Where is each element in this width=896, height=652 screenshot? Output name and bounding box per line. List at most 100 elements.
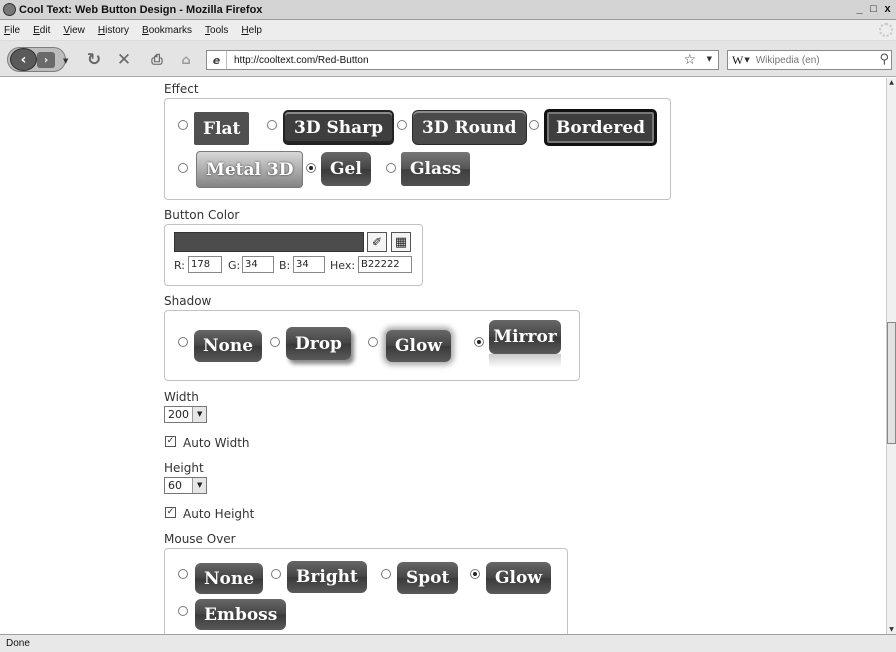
button-color-label: Button Color bbox=[164, 208, 240, 222]
effect-option-gel[interactable]: Gel bbox=[321, 152, 371, 186]
blue-input[interactable] bbox=[293, 256, 325, 273]
stop-icon[interactable]: ✕ bbox=[114, 50, 134, 70]
effect-radio-gel[interactable] bbox=[306, 163, 316, 173]
shadow-label: Shadow bbox=[164, 294, 212, 308]
color-grid-icon[interactable]: ▦ bbox=[391, 232, 411, 252]
menu-edit[interactable]: Edit bbox=[33, 25, 50, 36]
scroll-up-icon[interactable]: ▲ bbox=[887, 78, 896, 87]
green-input[interactable] bbox=[242, 256, 274, 273]
effect-option-metal-3d[interactable]: Metal 3D bbox=[196, 151, 304, 188]
menu-file[interactable]: File bbox=[4, 25, 20, 36]
site-identity-icon[interactable]: e bbox=[207, 51, 227, 69]
menu-bookmarks[interactable]: Bookmarks bbox=[142, 25, 192, 36]
height-label: Height bbox=[164, 461, 204, 475]
width-label: Width bbox=[164, 390, 199, 404]
status-bar: Done bbox=[0, 634, 896, 652]
mouseover-option-none[interactable]: None bbox=[195, 563, 264, 594]
scroll-down-icon[interactable]: ▼ bbox=[887, 625, 896, 634]
reload-icon[interactable]: ↻ bbox=[84, 50, 104, 70]
auto-width-label: Auto Width bbox=[183, 436, 250, 450]
navigation-toolbar: ‹ › ▼ ↻ ✕ ⎙ ⌂ e http://cooltext.com/Red-… bbox=[0, 41, 896, 77]
mirror-reflection bbox=[489, 354, 561, 368]
shadow-radio-mirror[interactable] bbox=[474, 337, 484, 347]
mouseover-radio-spot[interactable] bbox=[381, 569, 391, 579]
shadow-option-glow[interactable]: Glow bbox=[386, 330, 451, 362]
mouseover-radio-none[interactable] bbox=[178, 569, 188, 579]
bookmark-star-icon[interactable]: ☆ bbox=[683, 52, 696, 68]
effect-radio-flat[interactable] bbox=[178, 120, 188, 130]
menu-view[interactable]: View bbox=[63, 25, 85, 36]
red-input[interactable] bbox=[188, 256, 222, 273]
height-select[interactable]: 60 ▼ bbox=[164, 477, 207, 494]
search-bar[interactable]: W ▼ ⚲ bbox=[727, 50, 892, 70]
shadow-option-none[interactable]: None bbox=[194, 330, 263, 362]
effect-label: Effect bbox=[164, 82, 199, 96]
search-icon[interactable]: ⚲ bbox=[879, 52, 889, 67]
shadow-option-mirror-group[interactable]: Mirror bbox=[489, 320, 561, 370]
status-text: Done bbox=[6, 638, 30, 649]
effect-option-3d-round[interactable]: 3D Round bbox=[412, 110, 527, 145]
url-dropdown-icon[interactable]: ▼ bbox=[707, 55, 712, 63]
auto-height-checkbox[interactable]: ✓ bbox=[165, 507, 176, 518]
mouseover-radio-bright[interactable] bbox=[271, 569, 281, 579]
hex-label: Hex: bbox=[330, 259, 356, 272]
firefox-icon bbox=[3, 3, 16, 16]
close-button[interactable]: x bbox=[881, 2, 894, 16]
url-bar[interactable]: e http://cooltext.com/Red-Button ☆ ▼ bbox=[206, 50, 719, 70]
mouseover-radio-emboss[interactable] bbox=[178, 606, 188, 616]
history-dropdown-icon[interactable]: ▼ bbox=[63, 57, 68, 65]
green-label: G: bbox=[228, 259, 241, 272]
blue-label: B: bbox=[279, 259, 291, 272]
back-button[interactable]: ‹ bbox=[10, 48, 37, 71]
hex-input[interactable] bbox=[358, 256, 412, 273]
red-label: R: bbox=[174, 259, 186, 272]
print-icon[interactable]: ⎙ bbox=[147, 50, 167, 70]
chevron-down-icon[interactable]: ▼ bbox=[192, 407, 206, 422]
maximize-button[interactable]: □ bbox=[867, 2, 880, 16]
window-controls: _ □ x bbox=[853, 2, 894, 16]
throbber-icon bbox=[879, 23, 893, 37]
width-select[interactable]: 200 ▼ bbox=[164, 406, 207, 423]
mouseover-option-spot[interactable]: Spot bbox=[397, 562, 459, 594]
mouseover-radio-glow[interactable] bbox=[470, 569, 480, 579]
menu-help[interactable]: Help bbox=[241, 25, 262, 36]
effect-radio-3d-round[interactable] bbox=[397, 120, 407, 130]
effect-radio-3d-sharp[interactable] bbox=[267, 120, 277, 130]
mouseover-option-glow[interactable]: Glow bbox=[486, 562, 551, 594]
minimize-button[interactable]: _ bbox=[853, 2, 866, 16]
wikipedia-icon[interactable]: W bbox=[732, 53, 743, 68]
menu-bar: File Edit View History Bookmarks Tools H… bbox=[0, 20, 896, 41]
auto-height-label: Auto Height bbox=[183, 507, 255, 521]
window-title: Cool Text: Web Button Design - Mozilla F… bbox=[19, 3, 263, 16]
vertical-scrollbar[interactable]: ▲ ▼ bbox=[886, 78, 896, 634]
width-select-value: 200 bbox=[168, 408, 189, 421]
menu-history[interactable]: History bbox=[98, 25, 129, 36]
effect-radio-bordered[interactable] bbox=[529, 120, 539, 130]
eyedropper-icon[interactable]: ✐ bbox=[367, 232, 387, 252]
shadow-radio-none[interactable] bbox=[178, 337, 188, 347]
auto-width-checkbox[interactable]: ✓ bbox=[165, 436, 176, 447]
effect-option-3d-sharp[interactable]: 3D Sharp bbox=[283, 110, 394, 145]
url-text[interactable]: http://cooltext.com/Red-Button bbox=[234, 55, 369, 66]
effect-option-flat[interactable]: Flat bbox=[194, 112, 250, 145]
shadow-option-drop[interactable]: Drop bbox=[286, 327, 351, 360]
height-select-value: 60 bbox=[168, 479, 182, 492]
mouseover-option-emboss[interactable]: Emboss bbox=[195, 599, 287, 630]
mouseover-option-bright[interactable]: Bright bbox=[287, 561, 367, 593]
home-icon[interactable]: ⌂ bbox=[176, 50, 196, 70]
engine-dropdown-icon[interactable]: ▼ bbox=[744, 56, 749, 64]
scrollbar-thumb[interactable] bbox=[887, 322, 896, 444]
effect-option-bordered[interactable]: Bordered bbox=[544, 109, 658, 146]
shadow-radio-glow[interactable] bbox=[368, 337, 378, 347]
forward-button[interactable]: › bbox=[37, 52, 55, 68]
effect-radio-metal-3d[interactable] bbox=[178, 163, 188, 173]
mouse-over-label: Mouse Over bbox=[164, 532, 236, 546]
effect-option-glass[interactable]: Glass bbox=[401, 152, 471, 186]
search-input[interactable] bbox=[755, 54, 866, 66]
chevron-down-icon[interactable]: ▼ bbox=[192, 478, 206, 493]
effect-radio-glass[interactable] bbox=[386, 163, 396, 173]
shadow-radio-drop[interactable] bbox=[270, 337, 280, 347]
shadow-option-mirror[interactable]: Mirror bbox=[489, 320, 561, 354]
color-preview-swatch[interactable] bbox=[174, 232, 364, 252]
menu-tools[interactable]: Tools bbox=[205, 25, 228, 36]
